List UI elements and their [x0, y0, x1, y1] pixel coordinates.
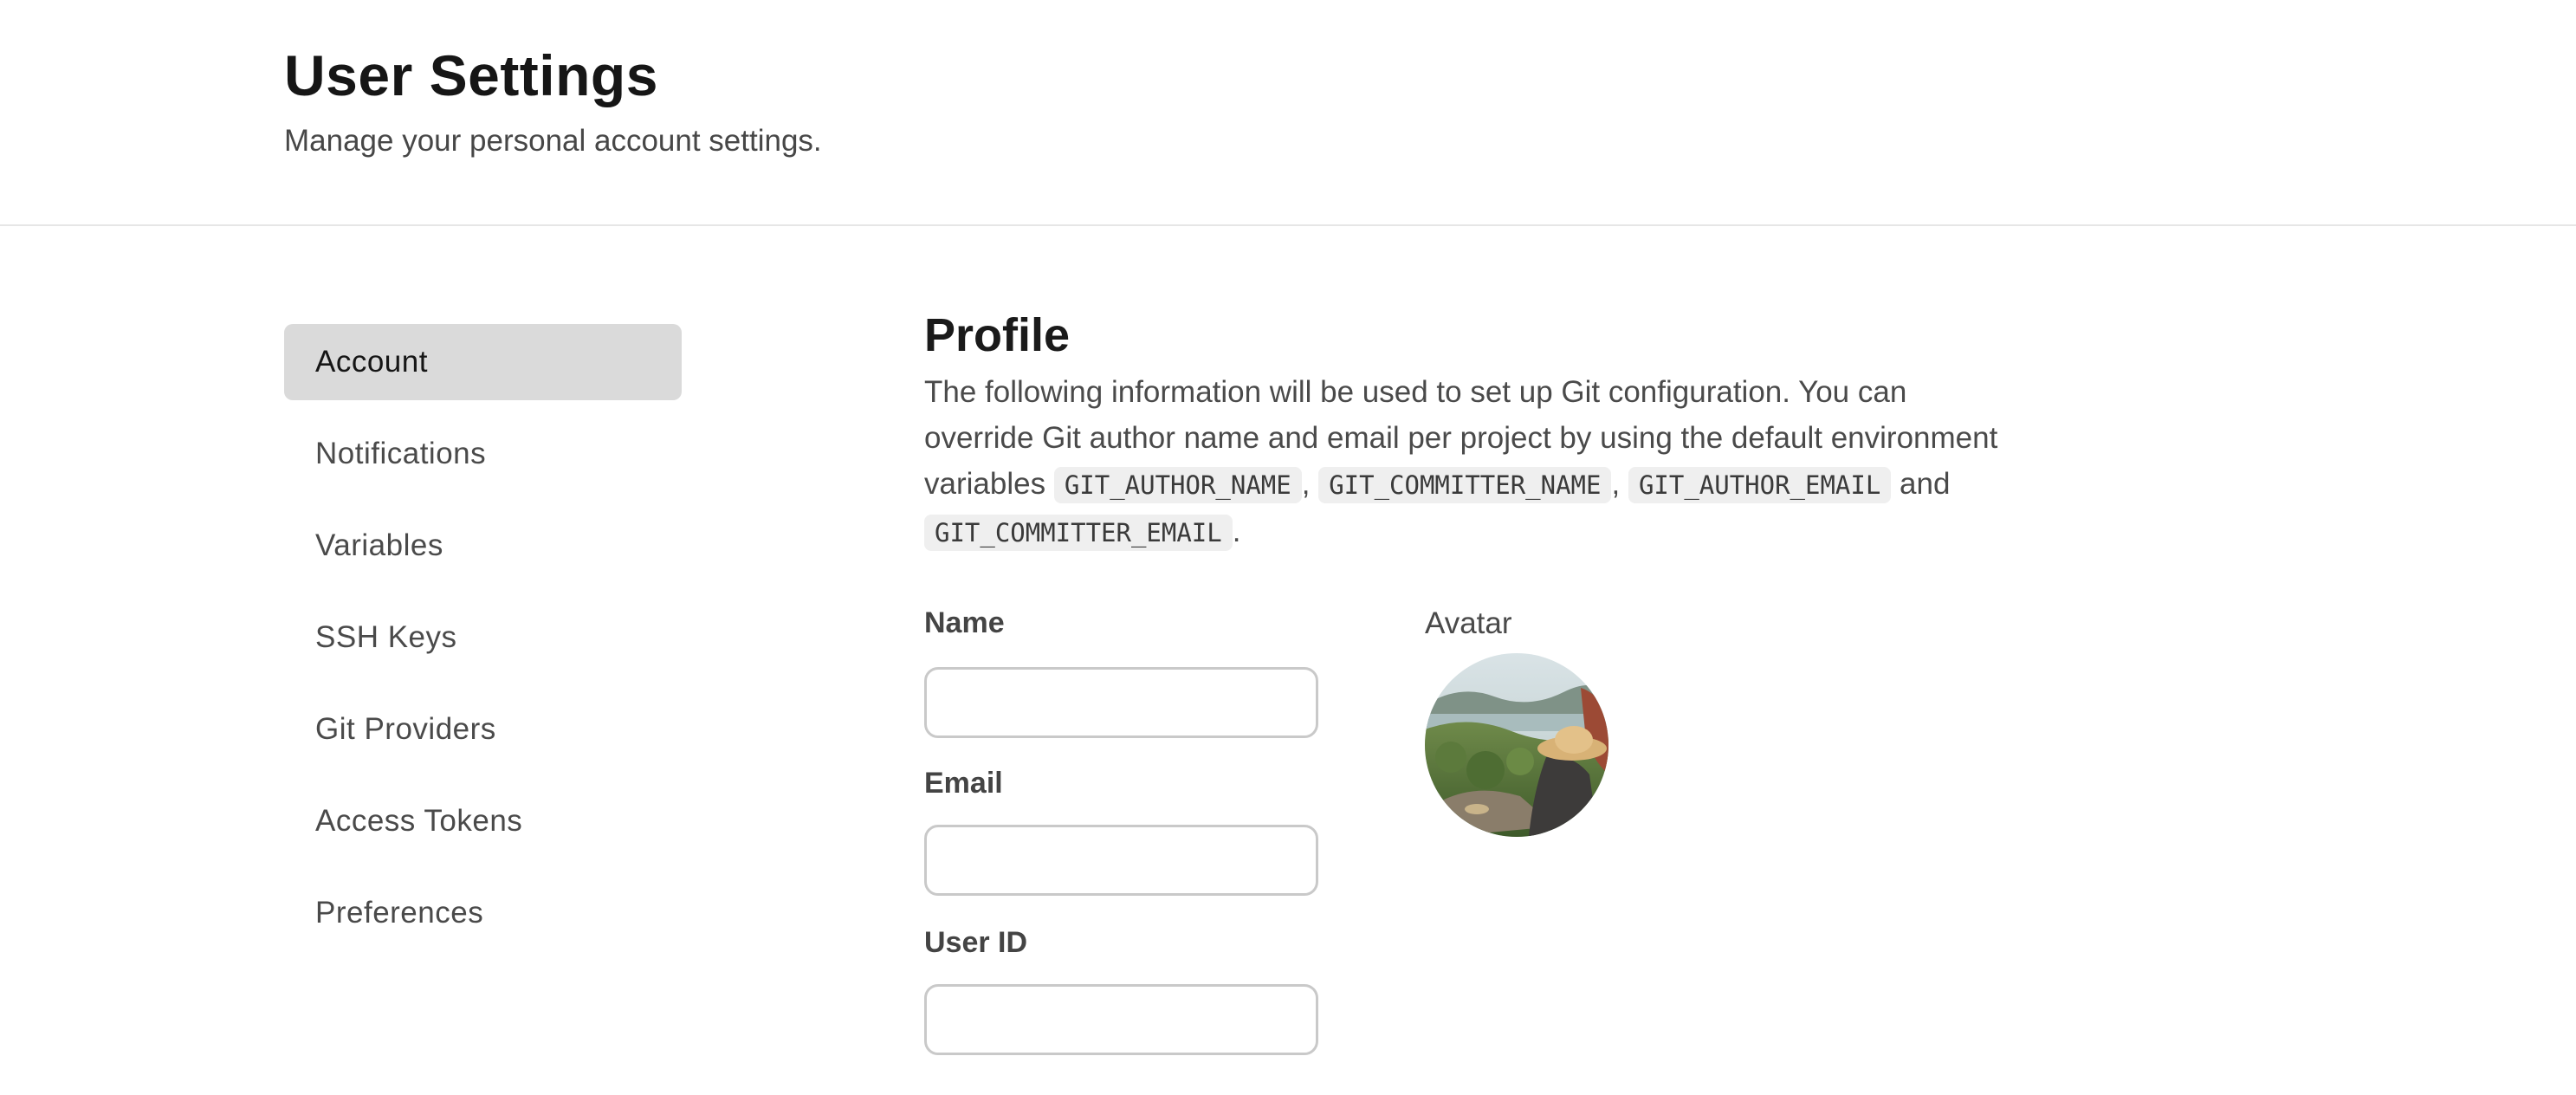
avatar[interactable]: [1425, 653, 1608, 837]
sidebar-item-label: SSH Keys: [315, 620, 457, 654]
page-subtitle: Manage your personal account settings.: [284, 124, 822, 158]
page-title: User Settings: [284, 43, 658, 107]
sidebar-item-label: Access Tokens: [315, 804, 523, 838]
page-header: User Settings Manage your personal accou…: [0, 0, 2576, 226]
description-and: and: [1900, 467, 1951, 501]
profile-section: Profile The following information will b…: [924, 305, 2024, 556]
sidebar-item-git-providers[interactable]: Git Providers: [284, 691, 682, 768]
avatar-image: [1425, 653, 1608, 837]
env-var-git-committer-name: GIT_COMMITTER_NAME: [1318, 467, 1612, 503]
description-separator: ,: [1611, 467, 1621, 501]
section-title: Profile: [924, 309, 1071, 361]
sidebar-item-label: Variables: [315, 528, 443, 562]
name-label: Name: [924, 606, 1005, 639]
sidebar-item-variables[interactable]: Variables: [284, 508, 682, 584]
sidebar-item-label: Git Providers: [315, 712, 496, 746]
sidebar-item-account[interactable]: Account: [284, 324, 682, 400]
description-separator: ,: [1301, 467, 1311, 501]
email-label: Email: [924, 767, 1003, 800]
sidebar-item-access-tokens[interactable]: Access Tokens: [284, 783, 682, 859]
sidebar-item-preferences[interactable]: Preferences: [284, 875, 682, 951]
sidebar-item-label: Preferences: [315, 896, 484, 930]
sidebar-item-label: Notifications: [315, 437, 487, 470]
sidebar-item-ssh-keys[interactable]: SSH Keys: [284, 599, 682, 676]
env-var-git-author-email: GIT_AUTHOR_EMAIL: [1628, 467, 1892, 503]
profile-description: The following information will be used t…: [924, 369, 1998, 556]
env-var-git-author-name: GIT_AUTHOR_NAME: [1053, 467, 1302, 503]
settings-sidebar: Account Notifications Variables SSH Keys…: [284, 324, 682, 967]
sidebar-item-notifications[interactable]: Notifications: [284, 416, 682, 492]
profile-form: Name Email User ID Avatar: [924, 606, 1704, 1057]
user-id-field[interactable]: [924, 984, 1318, 1055]
env-var-git-committer-email: GIT_COMMITTER_EMAIL: [924, 515, 1233, 551]
sidebar-item-label: Account: [315, 345, 428, 379]
avatar-label: Avatar: [1425, 606, 1512, 640]
description-end: .: [1232, 515, 1241, 548]
email-field[interactable]: [924, 825, 1318, 896]
name-field[interactable]: [924, 667, 1318, 738]
user-id-label: User ID: [924, 926, 1028, 959]
